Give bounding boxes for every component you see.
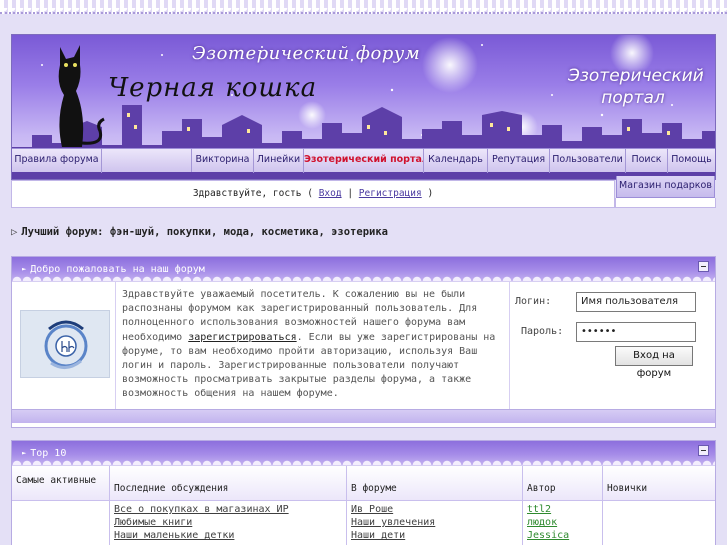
banner-portal-line-1: Эзотерический bbox=[568, 66, 704, 86]
login-label: Логин: bbox=[515, 296, 552, 307]
authors-cell: ttl2 людок Jessica bbox=[523, 501, 603, 545]
greeting-bar-right bbox=[615, 198, 716, 208]
welcome-register-link[interactable]: зарегистрироваться bbox=[188, 332, 296, 343]
forum-link[interactable]: Наши дети bbox=[351, 529, 518, 542]
most-active-cell bbox=[12, 501, 110, 545]
top10-panel-header: ► Top 10 bbox=[12, 441, 715, 465]
author-link[interactable]: ttl2 bbox=[527, 503, 598, 516]
forum-logo-image bbox=[20, 310, 110, 378]
password-input[interactable]: •••••• bbox=[576, 322, 696, 342]
column-most-active: Самые активные bbox=[12, 466, 110, 501]
register-link[interactable]: Регистрация bbox=[359, 188, 422, 199]
newbies-cell bbox=[603, 501, 715, 545]
topic-link[interactable]: Все о покупках в магазинах ИР bbox=[114, 503, 342, 516]
login-button[interactable]: Вход на форум bbox=[615, 346, 693, 379]
latest-topics-cell: Все о покупках в магазинах ИР Любимые кн… bbox=[110, 501, 347, 545]
greeting-open-paren: ( bbox=[307, 188, 313, 199]
welcome-logo-cell bbox=[12, 282, 116, 409]
welcome-message: Здравствуйте уважаемый посетитель. К сож… bbox=[116, 282, 510, 409]
welcome-panel-title: Добро пожаловать на наш форум bbox=[30, 264, 205, 275]
top-lace-border bbox=[0, 0, 727, 14]
nav-item-reputation[interactable]: Репутация bbox=[488, 149, 550, 173]
column-author: Автор bbox=[523, 466, 603, 501]
nav-item-quiz[interactable]: Викторина bbox=[192, 149, 254, 173]
nav-item-esoteric-portal[interactable]: Эзотерический портал bbox=[304, 149, 424, 173]
forum-link[interactable]: Ив Роше bbox=[351, 503, 518, 516]
nav-item-rulers[interactable]: Линейки bbox=[254, 149, 304, 173]
forum-description: ▷ Лучший форум: фэн-шуй, покупки, мода, к… bbox=[11, 226, 388, 238]
topic-link[interactable]: Наши маленькие детки bbox=[114, 529, 342, 542]
password-label: Пароль: bbox=[521, 326, 564, 337]
collapse-icon[interactable] bbox=[698, 445, 709, 456]
welcome-panel: ► Добро пожаловать на наш форум Здравству… bbox=[11, 256, 716, 428]
greeting-bar: Здравствуйте, гость ( Вход | Регистрация… bbox=[11, 180, 615, 208]
nav-item-rules[interactable]: Правила форума bbox=[12, 149, 102, 173]
banner-logo-text: Черная кошка bbox=[108, 73, 318, 103]
column-latest-discussions: Последние обсуждения bbox=[110, 466, 347, 501]
banner-portal-line-2: портал bbox=[601, 88, 665, 108]
welcome-panel-footer bbox=[12, 409, 715, 423]
top10-panel-title: Top 10 bbox=[30, 448, 67, 459]
forums-cell: Ив Роше Наши увлечения Наши дети bbox=[347, 501, 523, 545]
greeting-separator: | bbox=[347, 188, 354, 199]
author-link[interactable]: Jessica bbox=[527, 529, 598, 542]
banner-portal-link[interactable]: Эзотерический портал bbox=[568, 65, 704, 109]
nav-item-help[interactable]: Помощь bbox=[668, 149, 715, 173]
forum-description-text: Лучший форум: фэн-шуй, покупки, мода, ко… bbox=[21, 226, 388, 238]
gift-shop-button[interactable]: Магазин подарков bbox=[616, 176, 715, 198]
login-link[interactable]: Вход bbox=[319, 188, 342, 199]
banner-title: Эзотерический форум bbox=[192, 43, 421, 64]
top10-rows: Все о покупках в магазинах ИР Любимые кн… bbox=[12, 501, 715, 545]
author-link[interactable]: людок bbox=[527, 516, 598, 529]
main-nav: Правила форума Викторина Линейки Эзотери… bbox=[12, 148, 715, 173]
username-input[interactable]: Имя пользователя bbox=[576, 292, 696, 312]
nav-item-calendar[interactable]: Календарь bbox=[424, 149, 488, 173]
topic-link[interactable]: Любимые книги bbox=[114, 516, 342, 529]
top10-column-headers: Самые активные Последние обсуждения В фо… bbox=[12, 465, 715, 501]
welcome-panel-body: Здравствуйте уважаемый посетитель. К сож… bbox=[12, 281, 715, 409]
greeting-text: Здравствуйте, гость bbox=[192, 188, 302, 199]
nav-item-search[interactable]: Поиск bbox=[626, 149, 668, 173]
nav-item-users[interactable]: Пользователи bbox=[550, 149, 626, 173]
login-form: Логин: Имя пользователя Пароль: •••••• В… bbox=[510, 282, 715, 409]
bullet-icon: ► bbox=[22, 265, 27, 273]
column-newbies: Новички bbox=[603, 466, 715, 501]
forum-link[interactable]: Наши увлечения bbox=[351, 516, 518, 529]
top10-panel: ► Top 10 Самые активные Последние обсужде… bbox=[11, 440, 716, 545]
welcome-panel-header: ► Добро пожаловать на наш форум bbox=[12, 257, 715, 281]
triangle-right-icon: ▷ bbox=[11, 226, 18, 238]
collapse-icon[interactable] bbox=[698, 261, 709, 272]
page: Эзотерический форум Черная кошка Эзотери… bbox=[0, 0, 727, 545]
greeting-close-paren: ) bbox=[427, 188, 434, 199]
column-in-forum: В форуме bbox=[347, 466, 523, 501]
bullet-icon: ► bbox=[22, 449, 27, 457]
nav-spacer bbox=[102, 149, 192, 172]
